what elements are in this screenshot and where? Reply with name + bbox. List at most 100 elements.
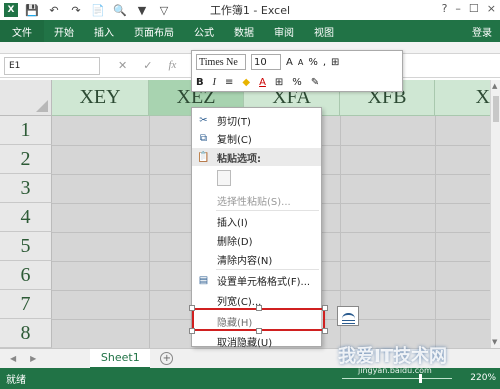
menu-item-copy[interactable]: ⧉ 复制(C) [192,129,321,147]
filter-icon[interactable]: ▼ [134,2,150,18]
selection-handle [189,328,195,334]
menu-item-label: 列宽(C)... [217,296,262,308]
menu-separator [216,269,319,270]
cancel-icon[interactable]: ✕ [118,59,127,72]
maximize-button[interactable]: ☐ [469,2,479,15]
help-button[interactable]: ? [442,2,448,15]
format-table-icon[interactable]: ⊞ [331,57,339,68]
menu-item-unhide[interactable]: 取消隐藏(U) [192,332,321,350]
selection-handle [256,328,262,334]
italic-icon[interactable]: I [213,77,216,88]
column-header[interactable]: X [435,80,490,116]
zoom-slider-knob[interactable] [419,374,422,383]
fill-color-icon[interactable]: ◆ [242,77,250,88]
row-header[interactable]: 5 [0,232,52,261]
selection-handle [256,305,262,311]
menu-item-label: 复制(C) [217,134,252,146]
enter-icon[interactable]: ✓ [143,59,152,72]
menu-item-label: 清除内容(N) [217,255,273,267]
add-sheet-button[interactable]: + [160,352,174,365]
zoom-level[interactable]: 220% [470,373,496,383]
row-header[interactable]: 2 [0,145,52,174]
menu-item-label: 选择性粘贴(S)... [217,196,291,208]
watermark-url: jingyan.baidu.com [358,366,432,375]
tab-view[interactable]: 视图 [304,20,344,42]
tab-data[interactable]: 数据 [224,20,264,42]
print-preview-icon[interactable]: 🔍 [112,2,128,18]
align-center-icon[interactable]: ≡ [225,77,233,88]
minimize-button[interactable]: – [455,2,461,15]
tab-insert[interactable]: 插入 [84,20,124,42]
copy-icon: ⧉ [199,132,208,144]
row-header[interactable]: 8 [0,319,52,348]
row-header[interactable]: 4 [0,203,52,232]
row-header[interactable]: 7 [0,290,52,319]
row-header[interactable]: 6 [0,261,52,290]
watermark-text: 我爱IT技术网 [338,346,447,367]
sheet-next-icon[interactable]: ▶ [30,354,36,363]
selection-handle [322,305,328,311]
new-icon[interactable]: 📄 [90,2,106,18]
menu-item-label: 插入(I) [217,217,248,229]
row-header[interactable]: 3 [0,174,52,203]
scissors-icon: ✂ [199,114,208,126]
sheet-tab[interactable]: Sheet1 [90,348,151,369]
tab-page-layout[interactable]: 页面布局 [124,20,184,42]
menu-item-paste-special[interactable]: 选择性粘贴(S)... [192,191,321,209]
window-controls: ? – ☐ × [442,2,496,15]
scroll-thumb[interactable] [493,96,499,122]
menu-item-delete[interactable]: 删除(D) [192,231,321,249]
login-link[interactable]: 登录 [472,24,500,39]
name-box[interactable]: E1 [4,56,100,75]
sheet-prev-icon[interactable]: ◀ [10,354,16,363]
menu-separator [216,210,319,211]
undo-icon[interactable]: ↶ [46,2,62,18]
paste-icon: 📋 [197,151,210,163]
vertical-scrollbar[interactable]: ▲ ▼ [490,80,500,348]
comma-style-icon[interactable]: , [323,57,326,68]
hide-symbol-icon [337,306,359,326]
redo-icon[interactable]: ↷ [68,2,84,18]
selection-handle [322,328,328,334]
tab-file[interactable]: 文件 [0,20,44,42]
menu-item-insert[interactable]: 插入(I) [192,212,321,230]
tab-review[interactable]: 审阅 [264,20,304,42]
menu-item-label: 设置单元格格式(F)... [217,276,311,288]
tab-home[interactable]: 开始 [44,20,84,42]
title-bar: X 💾 ↶ ↷ 📄 🔍 ▼ ▽ 工作簿1 - Excel ? – ☐ × [0,0,500,20]
font-size-box[interactable]: 10 [251,54,281,70]
menu-item-format-cells[interactable]: ▤ 设置单元格格式(F)... [192,271,321,289]
menu-item-clear-contents[interactable]: 清除内容(N) [192,250,321,268]
mini-toolbar: Times Ne 10 A A % , ⊞ B I ≡ ◆ A ⊞ % ✎ [191,50,403,92]
scroll-up-icon[interactable]: ▲ [492,82,497,90]
menu-item-label: 删除(D) [217,236,253,248]
font-name-box[interactable]: Times Ne [196,54,246,70]
row-header[interactable]: 1 [0,116,52,145]
excel-logo-icon: X [4,3,18,17]
column-header[interactable]: XEY [52,80,149,116]
close-button[interactable]: × [487,2,496,15]
scroll-down-icon[interactable]: ▼ [492,338,497,346]
decimal-icon[interactable]: % [292,77,302,88]
menu-item-cut[interactable]: ✂ 剪切(T) [192,111,321,129]
menu-item-label: 取消隐藏(U) [217,337,273,349]
borders-icon[interactable]: ⊞ [275,77,283,88]
menu-item-label: 剪切(T) [217,116,251,128]
grow-font-icon[interactable]: A [286,57,293,68]
menu-header-paste-options: 📋 粘贴选项: [192,148,321,166]
ribbon-tabs: 文件 开始 插入 页面布局 公式 数据 审阅 视图 登录 [0,20,500,42]
fx-icon[interactable]: fx [168,59,176,72]
tab-formulas[interactable]: 公式 [184,20,224,42]
zoom-slider[interactable] [342,378,452,379]
paste-option-icon[interactable] [217,170,231,186]
font-color-icon[interactable]: A [259,77,266,88]
clear-filter-icon[interactable]: ▽ [156,2,172,18]
save-icon[interactable]: 💾 [24,2,40,18]
bold-icon[interactable]: B [196,77,204,88]
format-cells-icon: ▤ [198,274,209,286]
format-painter-icon[interactable]: ✎ [311,77,319,88]
select-all-corner[interactable] [0,80,52,116]
selection-handle [189,305,195,311]
shrink-font-icon[interactable]: A [298,58,303,67]
percent-style-icon[interactable]: % [308,57,318,68]
